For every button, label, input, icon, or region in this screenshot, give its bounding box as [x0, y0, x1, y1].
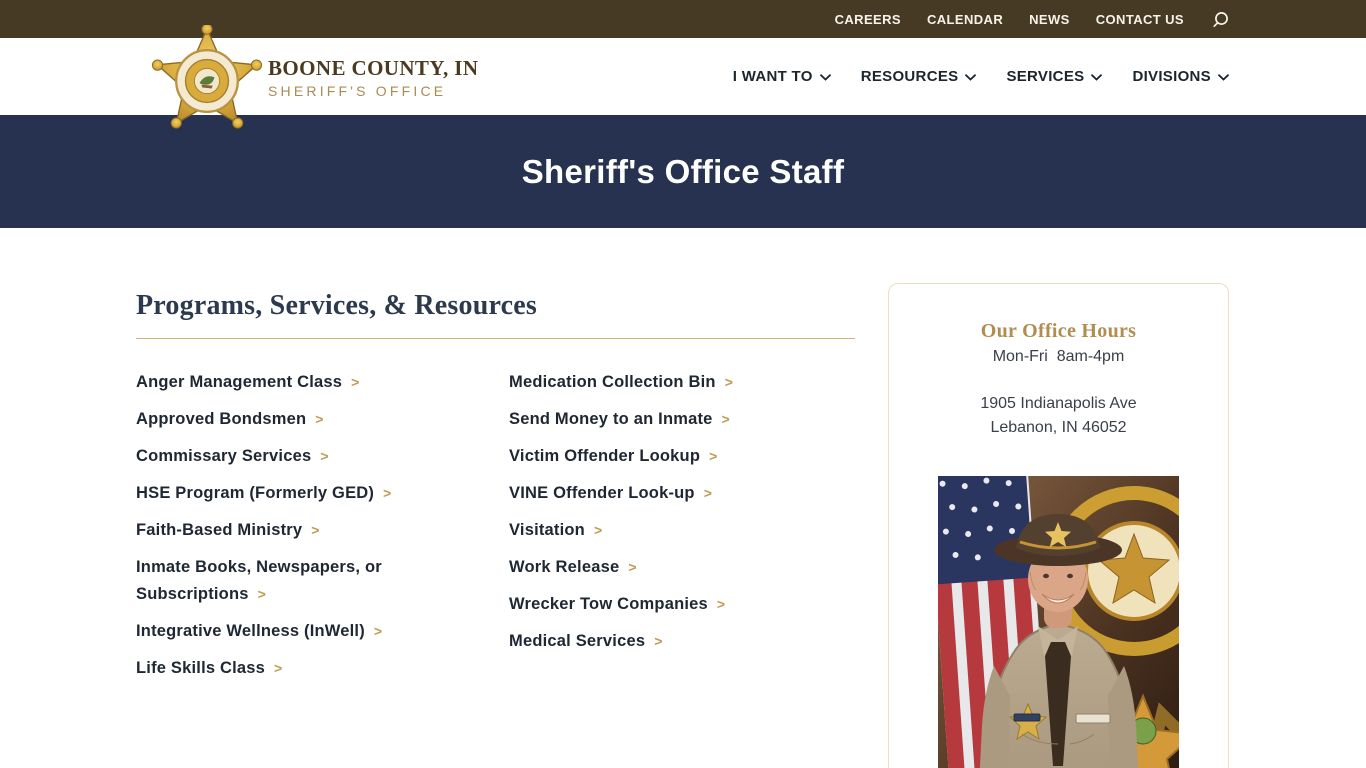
sheriff-portrait-photo	[938, 476, 1179, 768]
nav-label: SERVICES	[1006, 68, 1085, 85]
program-links-col1: Anger Management Class > Approved Bondsme…	[136, 369, 483, 692]
nav-item-i-want-to[interactable]: I WANT TO	[733, 68, 831, 85]
link-integrative-wellness[interactable]: Integrative Wellness (InWell) >	[136, 618, 483, 645]
program-links-col2: Medication Collection Bin > Send Money to…	[509, 369, 856, 692]
sheriff-star-badge-icon	[151, 23, 263, 137]
chevron-right-icon: >	[709, 448, 718, 464]
nav-label: RESOURCES	[860, 68, 959, 85]
link-work-release[interactable]: Work Release >	[509, 554, 856, 581]
nav-item-services[interactable]: SERVICES	[1006, 68, 1103, 85]
link-anger-management-class[interactable]: Anger Management Class >	[136, 369, 483, 396]
chevron-down-icon	[1091, 74, 1103, 81]
address-line1: 1905 Indianapolis Ave	[980, 395, 1137, 412]
chevron-down-icon	[1218, 74, 1229, 81]
chevron-right-icon: >	[654, 633, 663, 649]
link-victim-offender-lookup[interactable]: Victim Offender Lookup >	[509, 443, 856, 470]
link-visitation[interactable]: Visitation >	[509, 517, 856, 544]
office-hours-card: Our Office Hours Mon-Fri 8am-4pm 1905 In…	[888, 283, 1229, 768]
logo-home-link[interactable]: BOONE COUNTY, IN SHERIFF'S OFFICE	[137, 23, 478, 129]
nav-label: I WANT TO	[732, 68, 813, 85]
chevron-right-icon: >	[593, 522, 603, 538]
chevron-right-icon: >	[703, 485, 712, 501]
main-content: Programs, Services, & Resources Anger Ma…	[136, 290, 856, 692]
link-hse-program[interactable]: HSE Program (Formerly GED) >	[136, 480, 483, 507]
logo-text: BOONE COUNTY, IN SHERIFF'S OFFICE	[268, 54, 478, 99]
link-approved-bondsmen[interactable]: Approved Bondsmen >	[136, 406, 483, 433]
chevron-right-icon: >	[315, 411, 324, 427]
page: CAREERS CALENDAR NEWS CONTACT US BOONE C…	[0, 0, 1366, 768]
chevron-down-icon	[819, 74, 831, 81]
program-links: Anger Management Class > Approved Bondsme…	[136, 369, 856, 692]
chevron-right-icon: >	[274, 660, 283, 676]
topbar-link-calendar[interactable]: CALENDAR	[927, 12, 1003, 27]
section-heading: Programs, Services, & Resources	[136, 290, 537, 321]
chevron-right-icon: >	[320, 448, 329, 464]
nav-item-divisions[interactable]: DIVISIONS	[1132, 68, 1229, 85]
link-medical-services[interactable]: Medical Services >	[509, 628, 856, 655]
link-life-skills-class[interactable]: Life Skills Class >	[136, 655, 483, 682]
chevron-right-icon: >	[716, 596, 726, 612]
link-medication-collection-bin[interactable]: Medication Collection Bin >	[509, 369, 856, 396]
nav-label: DIVISIONS	[1132, 68, 1211, 85]
chevron-right-icon: >	[724, 374, 733, 390]
link-inmate-books-newspapers-subscriptions[interactable]: Inmate Books, Newspapers, or Subscriptio…	[136, 554, 483, 608]
logo-title: BOONE COUNTY, IN	[268, 56, 479, 80]
main-nav: I WANT TO RESOURCES SERVICES DIVISIONS	[733, 68, 1229, 85]
link-send-money-to-inmate[interactable]: Send Money to an Inmate >	[509, 406, 856, 433]
chevron-right-icon: >	[351, 374, 360, 390]
site-header: BOONE COUNTY, IN SHERIFF'S OFFICE I WANT…	[0, 23, 1366, 129]
chevron-down-icon	[965, 74, 977, 81]
search-icon[interactable]	[1212, 11, 1229, 28]
address-line2: Lebanon, IN 46052	[990, 419, 1127, 436]
chevron-right-icon: >	[311, 522, 320, 538]
chevron-right-icon: >	[257, 586, 266, 602]
nav-item-resources[interactable]: RESOURCES	[861, 68, 977, 85]
topbar-link-news[interactable]: NEWS	[1029, 12, 1070, 27]
topbar-link-careers[interactable]: CAREERS	[835, 12, 901, 27]
link-vine-offender-lookup[interactable]: VINE Offender Look-up >	[509, 480, 856, 507]
chevron-right-icon: >	[383, 485, 392, 501]
chevron-right-icon: >	[628, 559, 637, 575]
page-title: Sheriff's Office Staff	[521, 152, 845, 190]
link-wrecker-tow-companies[interactable]: Wrecker Tow Companies >	[509, 591, 856, 618]
gold-divider	[136, 338, 855, 339]
office-address: 1905 Indianapolis Ave Lebanon, IN 46052	[889, 392, 1228, 440]
office-hours-title: Our Office Hours	[980, 320, 1137, 342]
link-faith-based-ministry[interactable]: Faith-Based Ministry >	[136, 517, 483, 544]
logo-subtitle: SHERIFF'S OFFICE	[268, 83, 447, 99]
office-hours-value: Mon-Fri 8am-4pm	[992, 348, 1125, 365]
chevron-right-icon: >	[721, 411, 730, 427]
topbar-link-contact-us[interactable]: CONTACT US	[1096, 12, 1184, 27]
chevron-right-icon: >	[373, 623, 383, 639]
link-commissary-services[interactable]: Commissary Services >	[136, 443, 483, 470]
